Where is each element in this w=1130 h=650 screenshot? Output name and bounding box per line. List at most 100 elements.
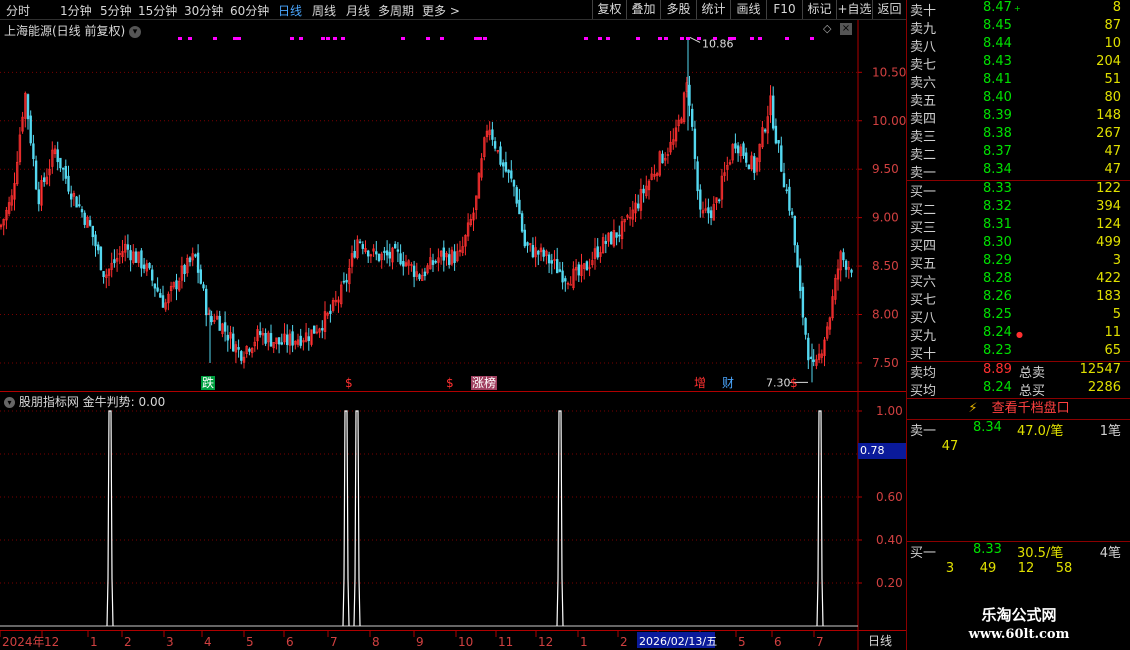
candle-body [690, 108, 694, 127]
toolbar-button-8[interactable]: 返回 [872, 0, 906, 19]
candle-body [564, 278, 567, 282]
signal-dot-marker [686, 37, 690, 40]
candle-body [431, 260, 435, 265]
candle-body [615, 232, 618, 238]
candlestick-svg[interactable]: 10.5010.009.509.008.508.007.5010.867.30跌… [0, 20, 906, 392]
avg-sell-row: 卖均 8.89 总卖 12547 [907, 362, 1130, 381]
sell-order-row[interactable]: 卖五 8.40 80 [907, 90, 1130, 109]
candle-body [618, 234, 621, 237]
sell-order-row[interactable]: 卖九 8.45 87 [907, 18, 1130, 37]
toolbar-button-3[interactable]: 统计 [696, 0, 730, 19]
indicator-svg[interactable]: 1.000.800.600.400.20 [0, 392, 906, 630]
sell-order-row[interactable]: 卖七 8.43 204 [907, 54, 1130, 73]
candle-body [531, 245, 535, 258]
buy-level-price: 8.26 [983, 289, 1012, 304]
chart-title: 上海能源(日线 前复权) ▾ [4, 22, 142, 39]
chevron-down-icon[interactable]: ▾ [129, 25, 142, 38]
buy-order-row[interactable]: 买四 8.30 499 [907, 235, 1130, 254]
sell-level-price: 8.44 [983, 36, 1012, 51]
buy-level-price: 8.30 [983, 235, 1012, 250]
order-book-panel: 卖十 8.47 8 卖九 8.45 87 卖八 8.44 10 卖七 8.43 204 卖六 8.41 51… [906, 0, 1130, 650]
sell-order-row[interactable]: 卖三 8.38 267 [907, 126, 1130, 145]
queue_sell-queue-label: 卖一 [910, 424, 937, 439]
toolbar-button-6[interactable]: 标记 [802, 0, 836, 19]
period-tab-3[interactable]: 15分钟 [138, 2, 177, 19]
candlestick-chart[interactable]: 10.50 10.00 9.50 9.00 8.50 8.00 7.50 10.86 7.30 跌… [0, 20, 906, 392]
signal-dot-marker [713, 37, 717, 40]
view-depth-button[interactable]: ⚡ 查看千档盘口 [907, 399, 1130, 419]
sell-order-row[interactable]: 卖一 8.34 47 [907, 162, 1130, 181]
toolbar-button-7[interactable]: +自选 [836, 0, 872, 19]
buy-order-row[interactable]: 买六 8.28 422 [907, 271, 1130, 290]
queue_buy-queue-count: 4笔 [1099, 546, 1121, 561]
buy-level-volume: 499 [1096, 235, 1121, 250]
candle-body [709, 210, 713, 219]
candle-body [507, 169, 510, 173]
buy-order-row[interactable]: 买三 8.31 124 [907, 217, 1130, 236]
sell-order-row[interactable]: 卖六 8.41 51 [907, 72, 1130, 91]
buy-order-row[interactable]: 买二 8.32 394 [907, 199, 1130, 218]
sell-order-row[interactable]: 卖二 8.37 47 [907, 144, 1130, 163]
candle-body [788, 186, 791, 211]
watermark-title: 乐淘公式网 [981, 606, 1057, 624]
candle-body [248, 348, 251, 352]
period-toolbar: 分时 1分钟 5分钟 15分钟 30分钟 60分钟 日线 周线 月线 多周期 更多 > 复权 叠加 多股统… [0, 0, 906, 20]
queue_buy-queue-avg: 30.5/笔 [1017, 546, 1064, 561]
indicator-chart[interactable]: 1.000.800.600.400.20 ▾ 股朋指标网 金牛判势: 0.00 … [0, 392, 906, 630]
candle-body [345, 279, 348, 283]
candle-body [321, 328, 324, 331]
toolbar-button-0[interactable]: 复权 [592, 0, 626, 19]
period-tab-1[interactable]: 1分钟 [60, 2, 92, 19]
sell-order-row[interactable]: 卖八 8.44 10 [907, 36, 1130, 55]
candle-body [707, 207, 710, 214]
period-tab-2[interactable]: 5分钟 [100, 2, 132, 19]
toolbar-button-4[interactable]: 画线 [730, 0, 766, 19]
candle-body [609, 231, 613, 245]
period-tab-6[interactable]: 日线 [278, 2, 302, 19]
queue_buy-queue-order: 12 [1017, 561, 1035, 576]
settings-circle-icon[interactable]: ▾ [4, 397, 15, 408]
candle-body [210, 316, 213, 323]
buy-level-volume: 122 [1096, 181, 1121, 196]
period-tab-5[interactable]: 60分钟 [230, 2, 269, 19]
buy-order-row[interactable]: 买一 8.33 122 [907, 181, 1130, 200]
sell-order-row[interactable]: 卖四 8.39 148 [907, 108, 1130, 127]
candle-body [291, 331, 294, 346]
candle-body [377, 253, 381, 262]
sell-level-volume: 10 [1104, 36, 1121, 51]
candle-body [402, 261, 405, 267]
signal-dot-marker [333, 37, 337, 40]
period-tab-0[interactable]: 分时 [6, 2, 30, 19]
toolbar-button-5[interactable]: F10 [766, 0, 802, 19]
candle-body [696, 161, 699, 192]
signal-dot-marker [636, 37, 640, 40]
buy-level-volume: 65 [1104, 343, 1121, 358]
period-tab-7[interactable]: 周线 [312, 2, 336, 19]
period-tab-10[interactable]: 更多 > [422, 2, 460, 19]
period-tab-9[interactable]: 多周期 [378, 2, 414, 19]
sell-level-price: 8.40 [983, 90, 1012, 105]
candle-body [796, 245, 799, 268]
sell-level-price: 8.39 [983, 108, 1012, 123]
diamond-icon[interactable]: ◇ [823, 22, 831, 35]
signal-dot-marker [478, 37, 482, 40]
signal-dot-marker [237, 37, 241, 40]
buy-order-row[interactable]: 买十 8.23 65 [907, 343, 1130, 362]
period-tab-8[interactable]: 月线 [346, 2, 370, 19]
sell-level-label: 卖三 [910, 130, 937, 145]
buy-order-row[interactable]: 买五 8.29 3 [907, 253, 1130, 272]
time-axis-label: 12 [44, 635, 59, 649]
candle-body [183, 265, 186, 275]
candle-body [442, 247, 445, 261]
close-icon[interactable]: × [840, 23, 852, 35]
toolbar-button-2[interactable]: 多股 [660, 0, 696, 19]
buy-order-row[interactable]: 买八 8.25 5 [907, 307, 1130, 326]
toolbar-button-1[interactable]: 叠加 [626, 0, 660, 19]
event-label: $ [446, 376, 454, 390]
signal-dot-marker [233, 37, 237, 40]
buy-order-row[interactable]: 买七 8.26 183 [907, 289, 1130, 308]
indicator-tick-label: 0.40 [876, 533, 903, 547]
candle-body [366, 250, 370, 257]
time-axis: 2024年1212345678910111212345672026/02/13/… [0, 630, 906, 650]
period-tab-4[interactable]: 30分钟 [184, 2, 223, 19]
